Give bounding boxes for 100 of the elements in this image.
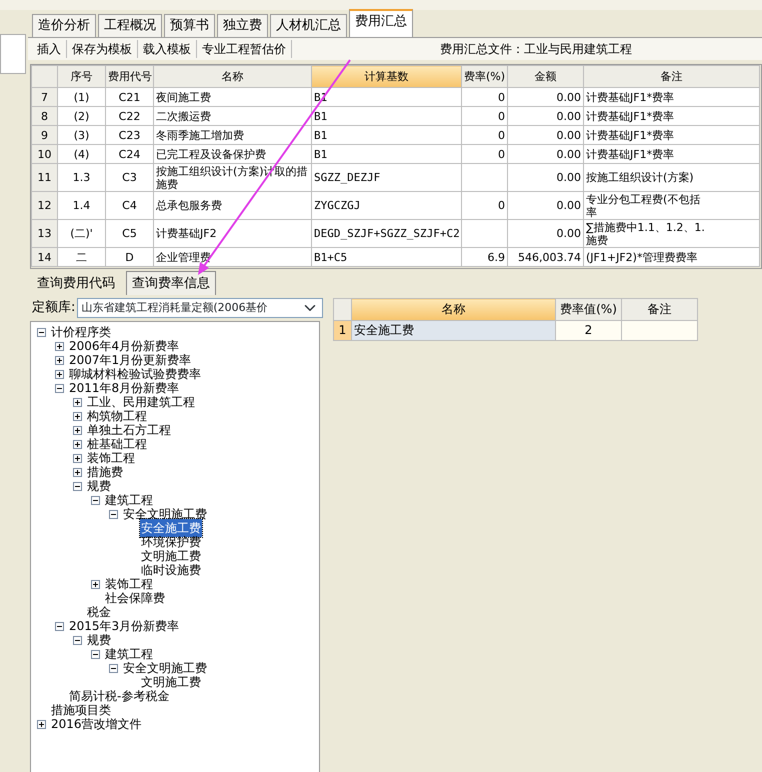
table-cell: 0.00	[508, 192, 584, 220]
column-header[interactable]: 备注	[622, 298, 698, 320]
expand-icon[interactable]	[73, 468, 82, 476]
table-cell: (2)	[58, 106, 106, 126]
tab[interactable]: 工程概况	[98, 14, 162, 37]
collapse-icon[interactable]	[91, 496, 100, 504]
table-cell: 0	[462, 126, 508, 144]
collapse-icon[interactable]	[91, 650, 100, 658]
table-cell: 计费基础JF1*费率	[584, 144, 760, 164]
row-number: 7	[32, 88, 58, 106]
row-number: 9	[32, 126, 58, 144]
table-cell: C24	[106, 144, 154, 164]
table-cell: C21	[106, 88, 154, 106]
tab[interactable]: 独立费	[217, 14, 268, 37]
table-cell: 0	[462, 88, 508, 106]
table-cell: ∑措施费中1.1、1.2、1. 施费	[584, 220, 760, 248]
toolbar-button[interactable]: 专业工程暂估价	[197, 40, 292, 58]
table-cell: 计费基础JF1*费率	[584, 106, 760, 126]
column-header[interactable]: 计算基数	[312, 66, 462, 88]
column-header[interactable]: 序号	[58, 66, 106, 88]
column-header[interactable]: 费率值(%)	[556, 298, 622, 320]
table-cell: C5	[106, 220, 154, 248]
table-cell: B1	[312, 144, 462, 164]
expand-icon[interactable]	[37, 720, 46, 728]
table-cell: 安全施工费	[352, 320, 556, 340]
table-cell: (3)	[58, 126, 106, 144]
quota-label: 定额库:	[32, 299, 76, 318]
row-number: 14	[32, 248, 58, 266]
table-cell: DEGD_SZJF+SGZZ_SZJF+C2	[312, 220, 462, 248]
collapse-icon[interactable]	[73, 636, 82, 644]
table-cell: 夜间施工费	[154, 88, 312, 106]
table-cell: D	[106, 248, 154, 266]
row-number: 1	[334, 320, 352, 340]
side-panel	[0, 34, 26, 74]
table-cell: 0.00	[508, 164, 584, 192]
corner-cell	[32, 66, 58, 88]
expand-icon[interactable]	[73, 412, 82, 420]
table-cell: B1	[312, 126, 462, 144]
table-cell: 已完工程及设备保护费	[154, 144, 312, 164]
row-number: 10	[32, 144, 58, 164]
table-cell: C3	[106, 164, 154, 192]
column-header[interactable]: 名称	[352, 298, 556, 320]
tab[interactable]: 查询费用代码	[32, 272, 120, 295]
expand-icon[interactable]	[55, 370, 64, 378]
row-number: 11	[32, 164, 58, 192]
table-cell: (二)'	[58, 220, 106, 248]
table-cell	[462, 164, 508, 192]
toolbar-button[interactable]: 载入模板	[138, 40, 197, 58]
expand-icon[interactable]	[73, 426, 82, 434]
table-cell: 0	[462, 192, 508, 220]
expand-icon[interactable]	[55, 342, 64, 350]
collapse-icon[interactable]	[55, 622, 64, 630]
quota-dropdown[interactable]: 山东省建筑工程消耗量定额(2006基价	[77, 298, 324, 318]
column-header[interactable]: 费用代号	[106, 66, 154, 88]
expand-icon[interactable]	[73, 398, 82, 406]
table-cell: B1+C5	[312, 248, 462, 266]
column-header[interactable]: 金额	[508, 66, 584, 88]
table-cell: 2	[556, 320, 622, 340]
table-cell: 6.9	[462, 248, 508, 266]
tab[interactable]: 查询费率信息	[126, 270, 216, 295]
collapse-icon[interactable]	[37, 328, 46, 336]
file-label: 费用汇总文件：工业与民用建筑工程	[440, 41, 632, 58]
corner-cell	[334, 298, 352, 320]
toolbar-button[interactable]: 插入	[32, 40, 67, 58]
tab[interactable]: 费用汇总	[349, 9, 413, 37]
table-cell: 0.00	[508, 144, 584, 164]
column-header[interactable]: 名称	[154, 66, 312, 88]
table-cell: 546,003.74	[508, 248, 584, 266]
table-cell: 0	[462, 106, 508, 126]
table-cell: B1	[312, 106, 462, 126]
collapse-icon[interactable]	[109, 510, 118, 518]
expand-icon[interactable]	[73, 440, 82, 448]
collapse-icon[interactable]	[109, 664, 118, 672]
table-cell: ZYGCZGJ	[312, 192, 462, 220]
row-number: 13	[32, 220, 58, 248]
table-cell: (JF1+JF2)*管理费费率	[584, 248, 760, 266]
table-cell: 二	[58, 248, 106, 266]
table-cell: 0.00	[508, 126, 584, 144]
table-cell: SGZZ_DEZJF	[312, 164, 462, 192]
table-cell: 1.4	[58, 192, 106, 220]
expand-icon[interactable]	[91, 580, 100, 588]
tab[interactable]: 人材机汇总	[270, 14, 347, 37]
table-cell: C4	[106, 192, 154, 220]
collapse-icon[interactable]	[55, 384, 64, 392]
tree-item[interactable]: 安全施工费	[140, 519, 202, 537]
expand-icon[interactable]	[73, 454, 82, 462]
table-cell: 计费基础JF1*费率	[584, 88, 760, 106]
table-cell: 1.3	[58, 164, 106, 192]
column-header[interactable]: 备注	[584, 66, 760, 88]
collapse-icon[interactable]	[73, 482, 82, 490]
table-cell: C23	[106, 126, 154, 144]
tab[interactable]: 造价分析	[32, 14, 96, 37]
table-cell: 冬雨季施工增加费	[154, 126, 312, 144]
column-header[interactable]: 费率(%)	[462, 66, 508, 88]
tab[interactable]: 预算书	[164, 14, 215, 37]
expand-icon[interactable]	[55, 356, 64, 364]
toolbar-button[interactable]: 保存为模板	[67, 40, 138, 58]
table-cell: (1)	[58, 88, 106, 106]
table-cell: 0.00	[508, 88, 584, 106]
table-cell: (4)	[58, 144, 106, 164]
